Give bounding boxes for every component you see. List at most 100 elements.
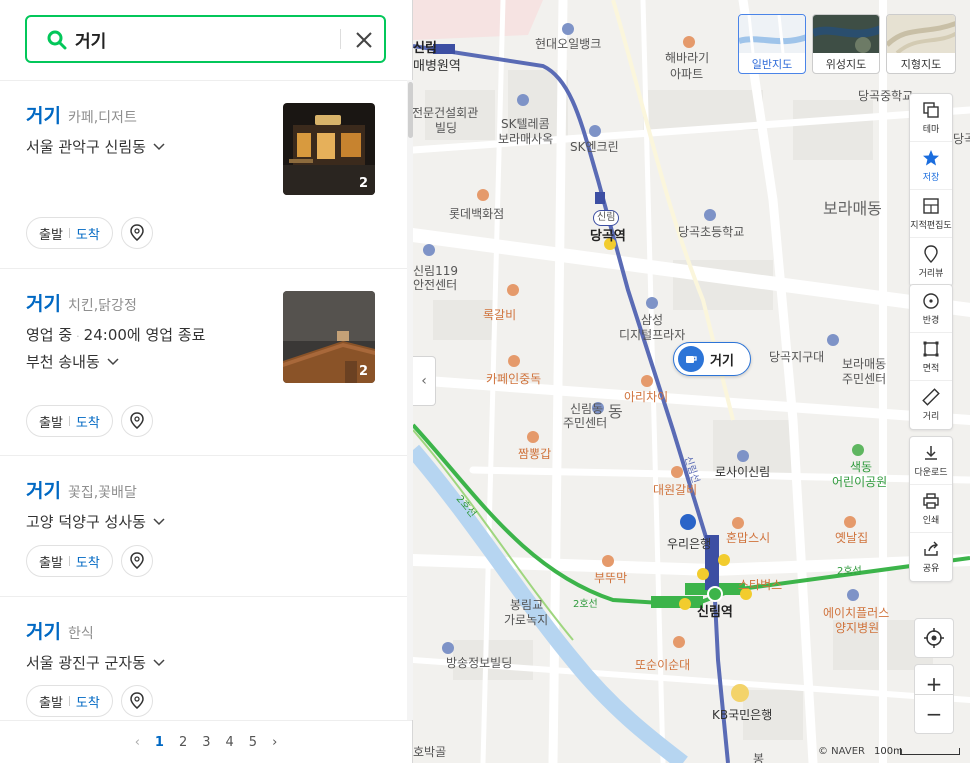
page-5[interactable]: 5 <box>249 735 257 750</box>
page-1[interactable]: 1 <box>155 735 164 750</box>
download-icon <box>925 445 937 460</box>
map-label: 당곡 <box>953 132 970 146</box>
close-icon <box>356 32 372 48</box>
result-item[interactable]: 거기 카페,디저트 서울 관악구 신림동 2 출발 도착 <box>0 81 407 269</box>
map-label: 스타벅스 <box>738 578 783 592</box>
map-label: SK엔크린 <box>570 140 619 154</box>
current-location-button[interactable] <box>914 618 954 658</box>
place-photo[interactable]: 2 <box>283 291 375 383</box>
map-label: 주민센터 <box>563 416 608 430</box>
street-view-tool[interactable]: 거리뷰 <box>910 238 952 286</box>
map-type-label: 지형지도 <box>900 58 942 71</box>
map-label: 전문건설회관 <box>413 106 479 120</box>
map-label: 혼맙스시 <box>726 531 771 545</box>
map-label: 로사이신림 <box>715 465 771 479</box>
directions-button[interactable]: 출발 도착 <box>26 217 113 249</box>
map-label: 보라매동 <box>842 357 887 371</box>
place-marker[interactable]: 거기 <box>673 342 751 376</box>
save-place-button[interactable] <box>120 405 153 437</box>
theme-tool[interactable]: 테마 <box>910 94 952 142</box>
map-type-satellite[interactable]: 위성지도 <box>812 14 880 74</box>
normal-map-thumb <box>739 15 805 54</box>
chevron-left-icon: ‹ <box>421 373 427 389</box>
chevron-down-icon <box>107 357 119 365</box>
station-badge: 신림 <box>593 210 620 226</box>
place-name[interactable]: 거기 <box>26 101 61 128</box>
page-3[interactable]: 3 <box>202 735 210 750</box>
satellite-map-thumb <box>813 15 879 53</box>
map-label: 빌딩 <box>435 121 458 135</box>
map-label: 가로녹지 <box>504 613 549 627</box>
result-item[interactable]: 거기 꽃집,꽃배달 고양 덕양구 성사동 출발 도착 <box>0 456 407 597</box>
marker-label: 거기 <box>710 353 734 369</box>
prev-page-icon[interactable]: ‹ <box>135 735 140 750</box>
map-label: SK텔레콤 <box>501 117 550 131</box>
map-label: 짬뽕갑 <box>518 447 552 461</box>
page-4[interactable]: 4 <box>226 735 234 750</box>
map-type-label: 위성지도 <box>825 58 867 71</box>
place-category: 치킨,닭강정 <box>67 298 137 314</box>
location-pin-icon <box>130 224 144 241</box>
place-name[interactable]: 거기 <box>26 476 61 503</box>
directions-button[interactable]: 출발 도착 <box>26 545 113 577</box>
cadastral-tool[interactable]: 지적편집도 <box>910 190 952 238</box>
save-place-button[interactable] <box>120 217 153 249</box>
search-icon <box>47 30 67 54</box>
map-label: 2호선 <box>573 599 598 610</box>
area-tool[interactable]: 면적 <box>910 333 952 381</box>
street-view-pin-icon <box>924 245 938 263</box>
save-place-button[interactable] <box>120 545 153 577</box>
place-address[interactable]: 고양 덕양구 성사동 <box>26 511 381 532</box>
zoom-out-button[interactable]: − <box>914 694 954 734</box>
map-label: 주민센터 <box>842 372 887 386</box>
area-icon <box>923 341 939 356</box>
map-canvas[interactable]: 신림 매병원역 현대오일뱅크 해바라기 아파트 당곡중학교 당곡 전문건설회관 … <box>413 0 970 763</box>
save-tool[interactable]: 저장 <box>910 142 952 190</box>
result-item[interactable]: 거기 한식 서울 광진구 군자동 출발 도착 <box>0 597 407 720</box>
map-label: 봉 <box>753 752 765 763</box>
save-place-button[interactable] <box>120 685 153 717</box>
radius-tool[interactable]: 반경 <box>910 285 952 333</box>
map-label: 신림역 <box>697 605 733 620</box>
theme-icon <box>923 101 939 118</box>
map-label: 해바라기 <box>665 51 710 65</box>
share-icon <box>924 541 938 556</box>
pagination: ‹ 1 2 3 4 5 › <box>0 720 412 763</box>
search-divider <box>340 29 341 49</box>
map-label: 동 <box>608 402 623 421</box>
map-label: 당곡중학교 <box>858 89 914 103</box>
page-2[interactable]: 2 <box>179 735 187 750</box>
map-type-normal[interactable]: 일반지도 <box>738 14 806 74</box>
place-category: 꽃집,꽃배달 <box>67 485 137 501</box>
directions-button[interactable]: 출발 도착 <box>26 405 113 437</box>
search-box <box>25 15 386 63</box>
scrollbar-thumb[interactable] <box>408 82 413 138</box>
search-input[interactable] <box>75 26 355 52</box>
map-label: 매병원역 <box>413 59 461 74</box>
map-label: 당곡초등학교 <box>678 225 745 239</box>
chevron-down-icon <box>153 517 165 525</box>
place-name[interactable]: 거기 <box>26 617 61 644</box>
directions-button[interactable]: 출발 도착 <box>26 685 113 717</box>
print-tool[interactable]: 인쇄 <box>910 485 952 533</box>
place-photo[interactable]: 2 <box>283 103 375 195</box>
map-label: 어린이공원 <box>832 475 888 489</box>
map-label: 보라매사옥 <box>498 132 554 146</box>
share-tool[interactable]: 공유 <box>910 533 952 581</box>
collapse-panel-button[interactable]: ‹ <box>413 356 436 406</box>
place-name[interactable]: 거기 <box>26 289 61 316</box>
place-address[interactable]: 서울 광진구 군자동 <box>26 652 381 673</box>
location-pin-icon <box>130 412 144 429</box>
map-label: 신림 <box>413 41 437 56</box>
map-label: 아파트 <box>670 67 704 81</box>
map-type-terrain[interactable]: 지형지도 <box>886 14 956 74</box>
map-label: 봉림교 <box>510 598 544 612</box>
radius-icon <box>923 292 939 309</box>
clear-search-button[interactable] <box>351 27 377 53</box>
result-item[interactable]: 거기 치킨,닭강정 영업 중 · 24:00에 영업 종료 부천 송내동 2 출발 도… <box>0 269 407 456</box>
next-page-icon[interactable]: › <box>272 735 277 750</box>
distance-tool[interactable]: 거리 <box>910 381 952 429</box>
download-tool[interactable]: 다운로드 <box>910 437 952 485</box>
terrain-map-thumb <box>887 15 955 55</box>
map-label: 호박골 <box>413 745 447 759</box>
